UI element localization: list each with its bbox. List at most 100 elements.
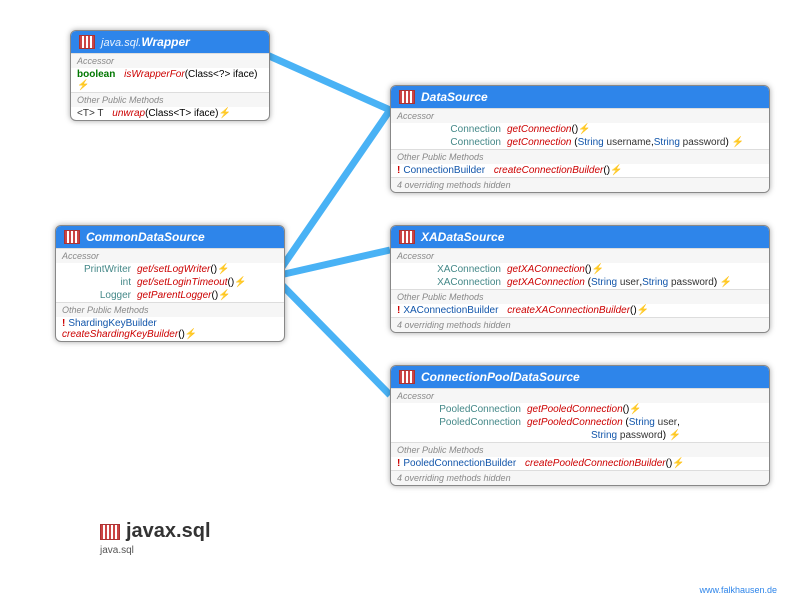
throws-marker: ⚡ [77,80,89,91]
return-type: XAConnection [397,264,507,275]
params: () [623,404,630,415]
method-row[interactable]: XAConnection getXAConnection () ⚡ [391,263,769,276]
class-box-commondatasource: CommonDataSource Accessor PrintWriter ge… [55,225,285,342]
params: () [585,264,592,275]
throws-marker: ⚡ [578,124,590,135]
params: () [630,305,637,316]
method-name: unwrap [112,108,145,119]
method-row[interactable]: PooledConnection getPooledConnection (St… [391,416,769,429]
class-box-xadatasource: XADataSource Accessor XAConnection getXA… [390,225,770,333]
return-type: Connection [397,137,507,148]
method-name: createShardingKeyBuilder [62,329,178,340]
method-row[interactable]: Logger getParentLogger () ⚡ [56,289,284,302]
class-name: XADataSource [421,230,504,244]
method-name: getXAConnection [507,264,585,275]
section-other: Other Public Methods [391,289,769,304]
class-header[interactable]: java.sql.Wrapper [71,31,269,53]
params: () [572,124,579,135]
method-row[interactable]: int get/setLoginTimeout () ⚡ [56,276,284,289]
method-name: getConnection [507,137,572,148]
section-other: Other Public Methods [71,92,269,107]
throws-marker: ⚡ [218,290,230,301]
return-type: Connection [397,124,507,135]
method-row[interactable]: Connection getConnection (String usernam… [391,136,769,149]
section-other: Other Public Methods [56,302,284,317]
params: () [666,458,673,469]
method-name: createPooledConnectionBuilder [525,458,666,469]
class-name: DataSource [421,90,488,104]
method-row[interactable]: <T> T unwrap (Class<T> iface) ⚡ [71,107,269,120]
interface-icon [399,230,415,244]
method-row[interactable]: ! PooledConnectionBuilder createPooledCo… [391,457,769,470]
method-row[interactable]: ! ConnectionBuilder createConnectionBuil… [391,164,769,177]
section-other: Other Public Methods [391,149,769,164]
class-box-connectionpooldatasource: ConnectionPoolDataSource Accessor Pooled… [390,365,770,486]
throws-marker: ⚡ [732,137,744,148]
package-subtext: java.sql [100,545,134,556]
source-link[interactable]: www.falkhausen.de [699,585,777,595]
class-header[interactable]: XADataSource [391,226,769,248]
params: () [178,329,185,340]
return-type: PrintWriter [62,264,137,275]
section-accessor: Accessor [391,388,769,403]
hidden-note: 4 overriding methods hidden [391,470,769,485]
class-header[interactable]: ConnectionPoolDataSource [391,366,769,388]
method-name: createXAConnectionBuilder [507,305,630,316]
method-row[interactable]: PooledConnection getPooledConnection () … [391,403,769,416]
section-accessor: Accessor [391,248,769,263]
return-type: ConnectionBuilder [403,165,491,176]
method-name: getPooledConnection [527,417,623,428]
throws-marker: ⚡ [629,404,641,415]
method-name: isWrapperFor [124,69,185,80]
package-title: javax.sql [100,520,211,543]
params: () [210,264,217,275]
class-header[interactable]: DataSource [391,86,769,108]
throws-marker: ⚡ [185,329,197,340]
interface-icon [399,370,415,384]
method-row[interactable]: XAConnection getXAConnection (String use… [391,276,769,289]
return-type: XAConnection [397,277,507,288]
params: () [603,165,610,176]
method-name: getConnection [507,124,572,135]
throws-marker: ⚡ [720,277,732,288]
return-type: int [62,277,137,288]
return-type: boolean [77,69,121,80]
throws-marker: ⚡ [217,264,229,275]
section-accessor: Accessor [391,108,769,123]
package-prefix: java.sql. [101,37,141,49]
method-name: get/setLoginTimeout [137,277,228,288]
method-row[interactable]: ! ShardingKeyBuilder createShardingKeyBu… [56,317,284,341]
method-name: getXAConnection [507,277,585,288]
throws-marker: ⚡ [637,305,649,316]
hidden-note: 4 overriding methods hidden [391,177,769,192]
method-row[interactable]: PrintWriter get/setLogWriter () ⚡ [56,263,284,276]
return-type: XAConnectionBuilder [403,305,504,316]
return-type: Logger [62,290,137,301]
return-type: PooledConnectionBuilder [403,458,522,469]
method-name: get/setLogWriter [137,264,210,275]
throws-marker: ⚡ [669,430,681,441]
throws-marker: ⚡ [592,264,604,275]
class-box-datasource: DataSource Accessor Connection getConnec… [390,85,770,193]
method-row[interactable]: ! XAConnectionBuilder createXAConnection… [391,304,769,317]
interface-icon [64,230,80,244]
section-accessor: Accessor [56,248,284,263]
class-header[interactable]: CommonDataSource [56,226,284,248]
method-row[interactable]: boolean isWrapperFor (Class<?> iface) ⚡ [71,68,269,92]
method-name: getParentLogger [137,290,212,301]
return-type: PooledConnection [397,417,527,428]
method-continuation: String password) ⚡ [391,429,769,442]
interface-icon [399,90,415,104]
return-type: PooledConnection [397,404,527,415]
params: () [212,290,219,301]
section-accessor: Accessor [71,53,269,68]
package-icon [100,524,120,540]
return-type: ShardingKeyBuilder [68,318,162,329]
method-name: createConnectionBuilder [494,165,604,176]
method-row[interactable]: Connection getConnection () ⚡ [391,123,769,136]
params: () [228,277,235,288]
throws-marker: ⚡ [218,108,230,119]
class-box-wrapper: java.sql.Wrapper Accessor boolean isWrap… [70,30,270,121]
class-name: Wrapper [141,35,189,49]
method-name: getPooledConnection [527,404,623,415]
